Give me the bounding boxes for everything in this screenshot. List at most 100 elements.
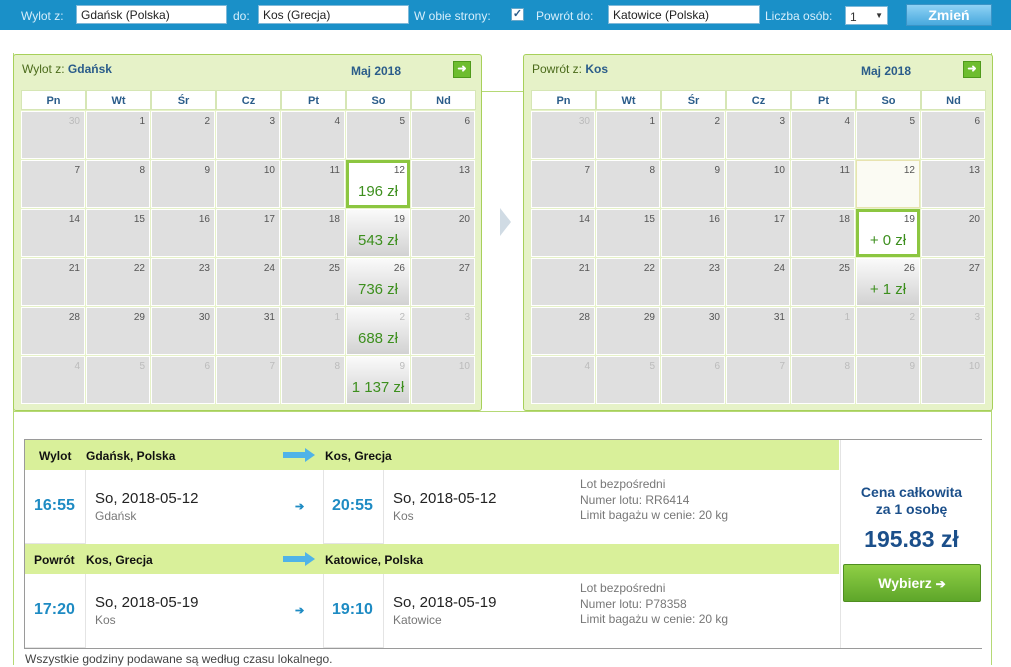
calendar-day-with-price[interactable]: 2 688 zł: [346, 307, 410, 355]
day-price: + 0 zł: [869, 232, 907, 249]
calendar-day: 23: [151, 258, 215, 306]
chevron-down-icon: ▼: [875, 11, 883, 20]
persons-select[interactable]: 1 ▼: [845, 6, 888, 25]
day-price: 736 zł: [357, 281, 399, 298]
change-button[interactable]: Zmień: [906, 4, 992, 26]
calendar-day: 10: [921, 356, 985, 404]
return-field[interactable]: Katowice (Polska): [608, 5, 760, 24]
calendar-day: 6: [411, 111, 475, 159]
to-field[interactable]: Kos (Grecja): [258, 5, 409, 24]
weekday-label: Cz: [216, 90, 281, 110]
day-number: 29: [133, 312, 145, 323]
day-number: 19: [903, 214, 915, 225]
day-number: 2: [909, 312, 915, 323]
day-number: 2: [714, 116, 720, 127]
day-number: 23: [708, 263, 720, 274]
dep-date: So, 2018-05-12: [95, 490, 199, 507]
price-title-line2: za 1 osobę: [875, 501, 948, 517]
calendar-day: 4: [531, 356, 595, 404]
day-number: 7: [584, 165, 590, 176]
weekday-label: Pt: [281, 90, 346, 110]
roundtrip-checkbox[interactable]: ✓: [511, 8, 524, 21]
day-number: 10: [263, 165, 275, 176]
calendar-day: 1: [791, 307, 855, 355]
day-number: 24: [773, 263, 785, 274]
calendar-day: 5: [86, 356, 150, 404]
weekday-label: Nd: [921, 90, 986, 110]
day-number: 9: [399, 361, 405, 372]
inbound-from: Kos, Grecja: [86, 553, 153, 567]
calendar-day-with-price[interactable]: 19 543 zł: [346, 209, 410, 257]
day-number: 26: [903, 263, 915, 274]
weekday-label: Pt: [791, 90, 856, 110]
calendar-day: 24: [726, 258, 790, 306]
day-number: 10: [968, 361, 980, 372]
weekday-label: Wt: [596, 90, 661, 110]
calendar-header: Wylot z: Gdańsk Maj 2018 ➜: [14, 55, 481, 85]
calendar-day: 1: [281, 307, 345, 355]
calendar-day: 20: [921, 209, 985, 257]
calendar-title-prefix: Wylot z:: [22, 62, 65, 76]
select-button[interactable]: Wybierz ➔: [843, 564, 981, 602]
calendar-day: 25: [281, 258, 345, 306]
calendar-day: 18: [791, 209, 855, 257]
day-number: 27: [968, 263, 980, 274]
calendar-day: 11: [791, 160, 855, 208]
calendar-day: 7: [216, 356, 280, 404]
calendar-title-city: Gdańsk: [67, 62, 112, 76]
footer-note: Wszystkie godziny podawane są według cza…: [25, 652, 333, 666]
calendar-day: 3: [726, 111, 790, 159]
calendar-day: 5: [856, 111, 920, 159]
calendar-day-with-price[interactable]: 26 + 1 zł: [856, 258, 920, 306]
flight-info: Lot bezpośredni Numer lotu: P78358 Limit…: [580, 581, 728, 628]
weekday-label: Pn: [21, 90, 86, 110]
next-month-arrow-icon[interactable]: ➜: [453, 61, 471, 78]
flight-details: Wylot Gdańsk, Polska Kos, Grecja 16:55 S…: [24, 439, 982, 649]
day-number: 5: [139, 361, 145, 372]
calendar-day: 27: [411, 258, 475, 306]
calendar-connector: [482, 91, 524, 92]
day-number: 11: [329, 165, 340, 176]
next-month-arrow-icon[interactable]: ➜: [963, 61, 981, 78]
dep-date: So, 2018-05-19: [95, 594, 199, 611]
day-number: 19: [393, 214, 405, 225]
calendar-day: 20: [411, 209, 475, 257]
day-number: 30: [708, 312, 720, 323]
arr-time: 19:10: [332, 601, 373, 618]
day-number: 17: [773, 214, 785, 225]
day-price: 1 137 zł: [351, 379, 405, 396]
arr-city: Kos: [393, 509, 414, 523]
calendar-day-with-price[interactable]: 19 + 0 zł: [856, 209, 920, 257]
calendar-title-prefix: Powrót z:: [532, 62, 583, 76]
calendar-day: 4: [21, 356, 85, 404]
calendar-day: 3: [216, 111, 280, 159]
calendar-day: 14: [21, 209, 85, 257]
calendar-day: 7: [531, 160, 595, 208]
calendar-day-with-price[interactable]: 9 1 137 zł: [346, 356, 410, 404]
arrow-right-icon: ➔: [935, 577, 946, 591]
calendar-day: 31: [216, 307, 280, 355]
day-number: 28: [68, 312, 80, 323]
flight-number: Numer lotu: P78358: [580, 596, 687, 611]
day-number: 9: [204, 165, 210, 176]
calendar-day-with-price[interactable]: 12 196 zł: [346, 160, 410, 208]
day-number: 26: [393, 263, 405, 274]
day-number: 20: [968, 214, 980, 225]
weekday-label: Pn: [531, 90, 596, 110]
from-label: Wylot z:: [21, 9, 64, 23]
calendar-day: 10: [411, 356, 475, 404]
day-number: 21: [578, 263, 590, 274]
day-number: 12: [393, 165, 405, 176]
day-number: 8: [844, 361, 850, 372]
day-number: 11: [839, 165, 850, 176]
calendar-day: 8: [791, 356, 855, 404]
calendar-day: 29: [86, 307, 150, 355]
from-field[interactable]: Gdańsk (Polska): [76, 5, 227, 24]
day-number: 1: [334, 312, 340, 323]
calendar-day-with-price[interactable]: 26 736 zł: [346, 258, 410, 306]
arr-date: So, 2018-05-19: [393, 594, 497, 611]
day-number: 13: [968, 165, 980, 176]
return-calendar: Powrót z: Kos Maj 2018 ➜ Pn Wt Śr Cz Pt So Nd …: [523, 54, 993, 411]
day-number: 23: [198, 263, 210, 274]
day-number: 6: [204, 361, 210, 372]
